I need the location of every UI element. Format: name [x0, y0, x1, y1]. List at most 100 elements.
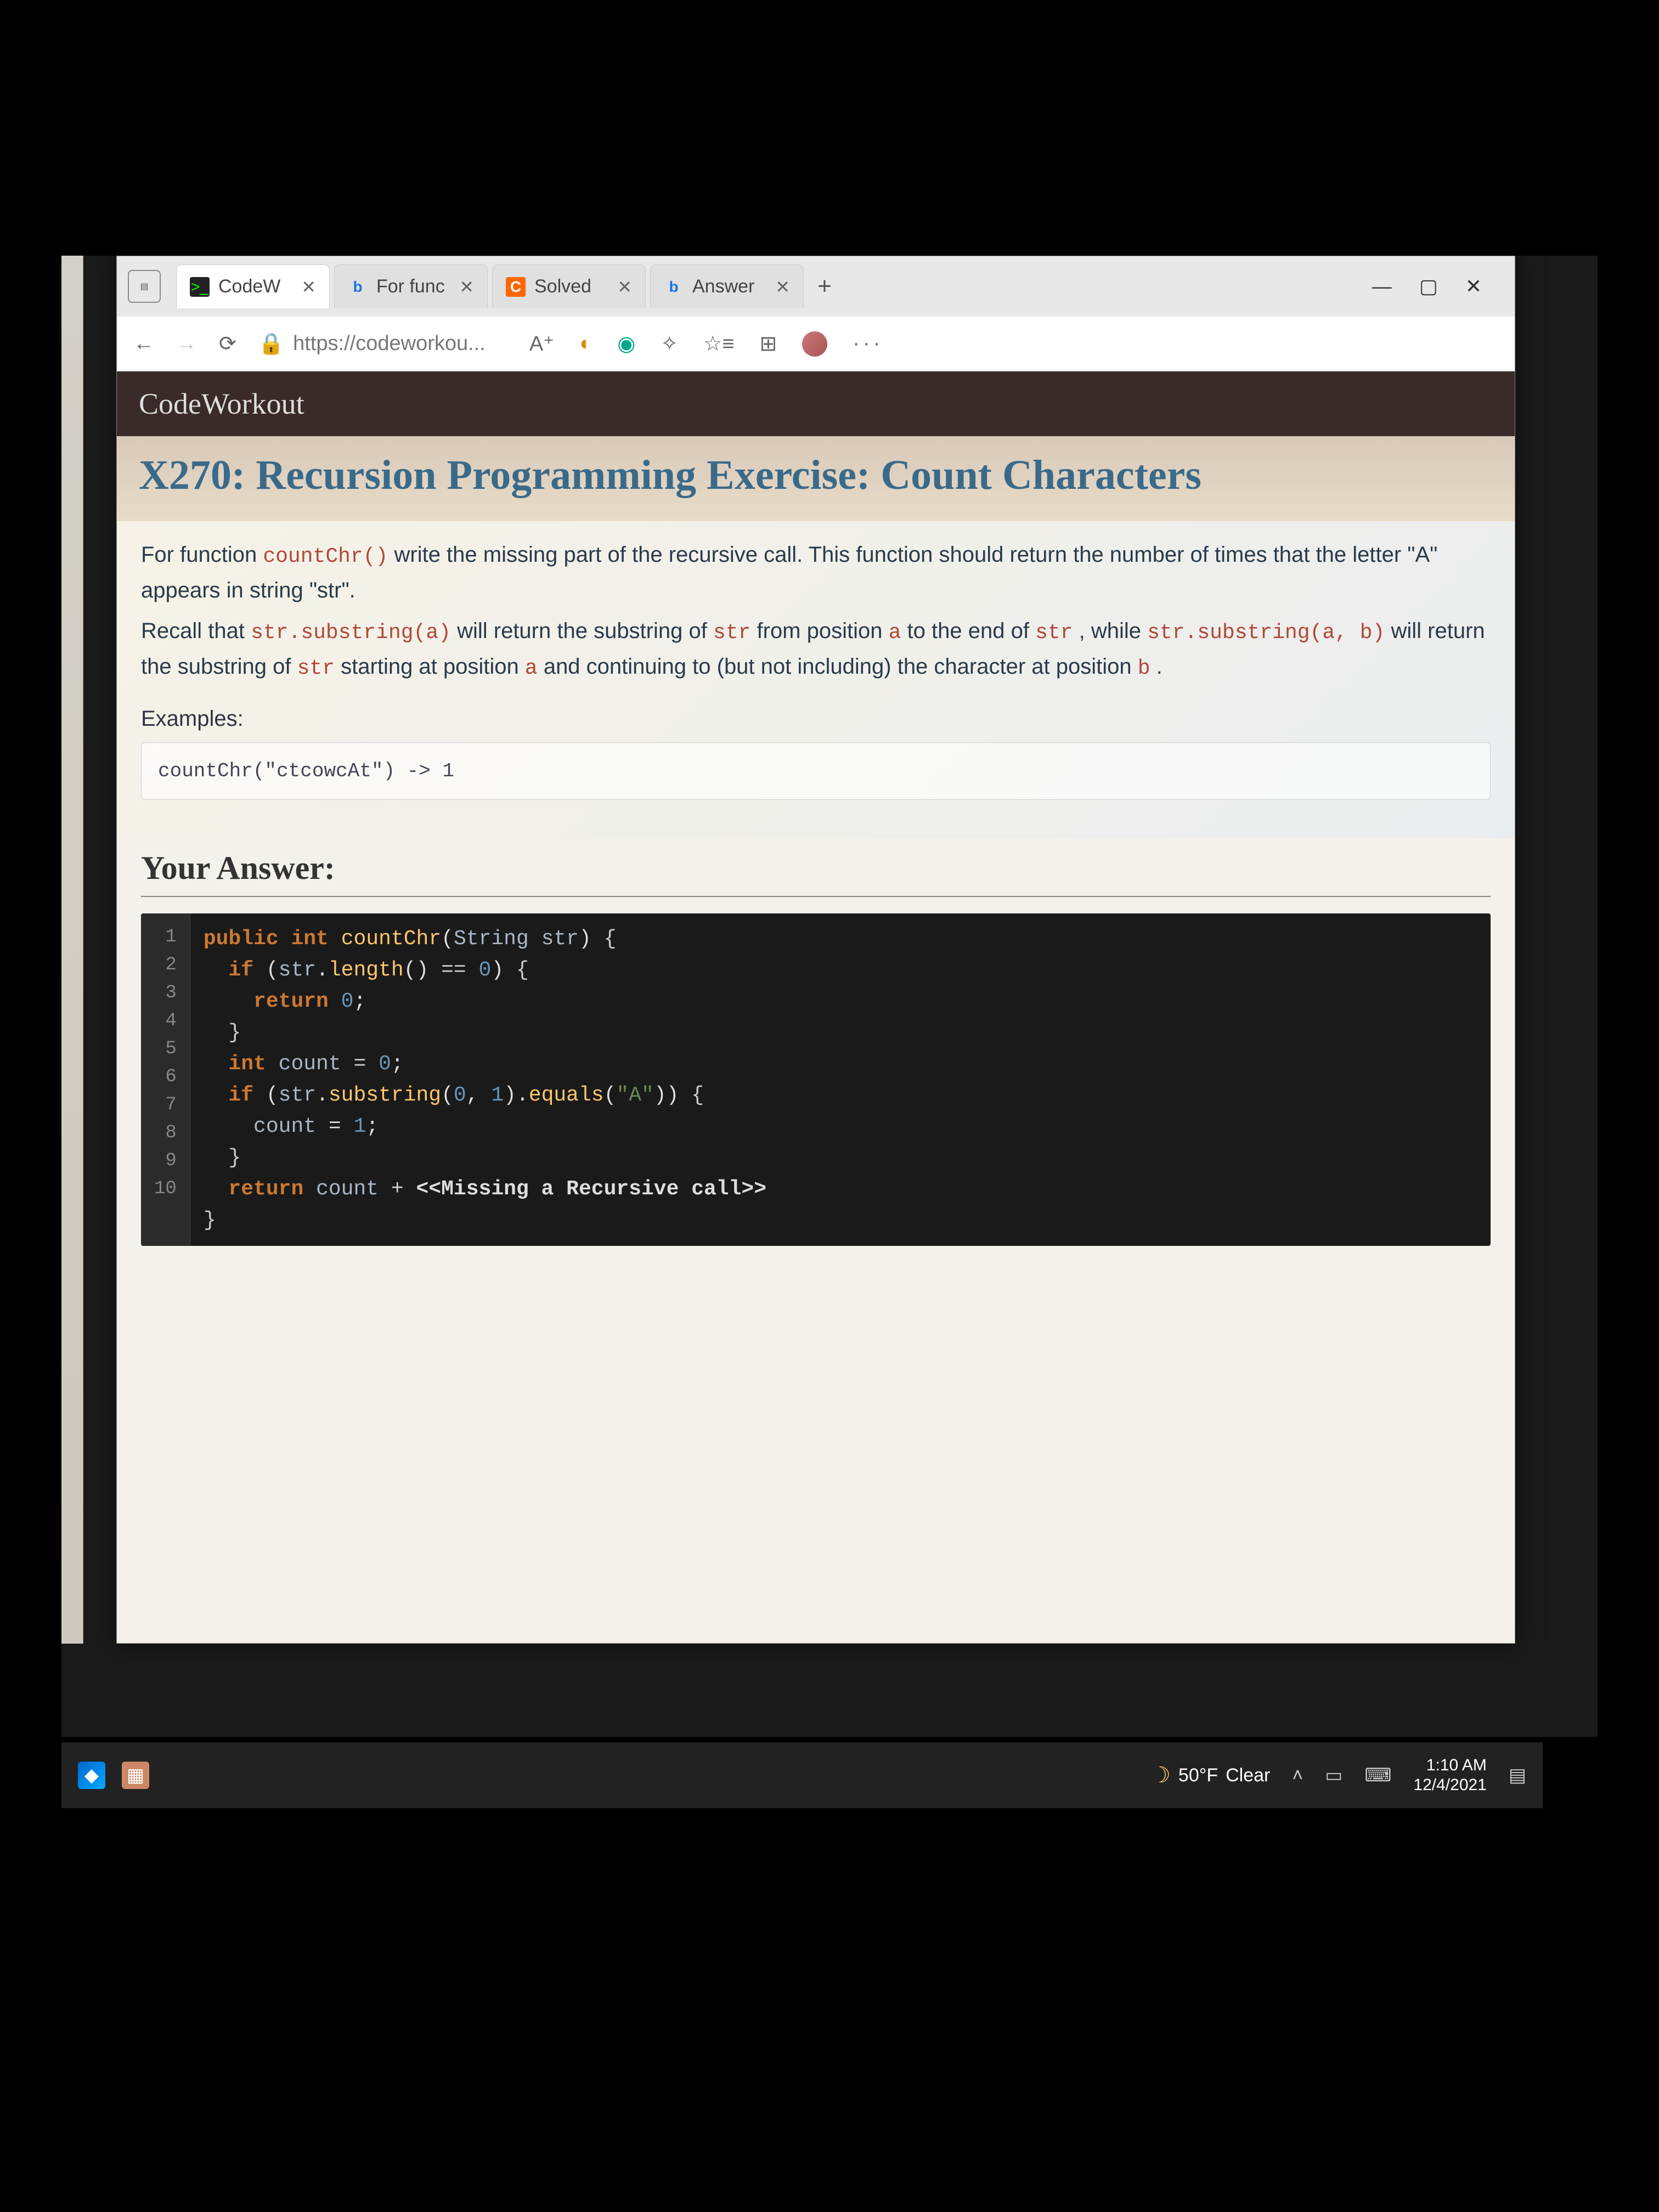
- tab-solved[interactable]: C Solved ✕: [492, 264, 646, 308]
- weather-widget[interactable]: ☽ 50°F Clear: [1151, 1763, 1270, 1788]
- extensions-icon[interactable]: ✧: [661, 331, 678, 356]
- browser-window: ▤ >_ CodeW ✕ b For func ✕ C Solved ✕ b A…: [116, 256, 1515, 1644]
- bartleby-icon: b: [664, 277, 684, 297]
- example-box: countChr("ctcowcAt") -> 1: [141, 742, 1491, 800]
- text: , while: [1073, 619, 1147, 643]
- url-text: https://codeworkou...: [293, 332, 486, 356]
- new-tab-button[interactable]: +: [808, 273, 841, 300]
- code-token: str.substring(a): [251, 621, 451, 645]
- brace: }: [228, 1021, 241, 1045]
- tab-label: CodeW: [218, 276, 280, 297]
- kw: return: [253, 990, 329, 1013]
- line-no: 7: [149, 1091, 182, 1119]
- file-explorer-icon[interactable]: ▦: [122, 1762, 149, 1789]
- back-button[interactable]: ←: [133, 332, 154, 356]
- fn: countChr: [341, 927, 441, 951]
- grammarly-icon[interactable]: ◉: [617, 331, 635, 356]
- kw: int: [291, 927, 328, 951]
- id: count: [316, 1177, 379, 1201]
- code-token: str: [297, 657, 335, 680]
- line-no: 1: [149, 923, 182, 951]
- brace: {: [691, 1084, 704, 1107]
- code-token: str: [1035, 621, 1073, 645]
- brace: {: [604, 927, 617, 951]
- tab-label: Solved: [534, 276, 591, 297]
- line-no: 4: [149, 1007, 182, 1035]
- taskbar: ◆ ▦ ☽ 50°F Clear ˄ ▭ ⌨ 1:10 AM 12/4/2021…: [61, 1742, 1543, 1808]
- close-icon[interactable]: ✕: [301, 276, 316, 297]
- forward-button[interactable]: →: [176, 332, 197, 356]
- close-window-button[interactable]: ✕: [1465, 275, 1482, 298]
- page-title: X270: Recursion Programming Exercise: Co…: [139, 449, 1493, 501]
- example-code: countChr("ctcowcAt") -> 1: [158, 760, 454, 782]
- num: 0: [379, 1052, 391, 1076]
- code-token: a: [525, 657, 538, 680]
- close-icon[interactable]: ✕: [459, 276, 474, 297]
- address-bar[interactable]: 🔒 https://codeworkou...: [258, 332, 486, 356]
- kw: if: [228, 958, 253, 982]
- notifications-icon[interactable]: ▤: [1509, 1764, 1526, 1786]
- chevron-up-icon[interactable]: ˄: [1292, 1765, 1303, 1786]
- tab-codeworkout[interactable]: >_ CodeW ✕: [176, 264, 330, 308]
- tab-bar: ▤ >_ CodeW ✕ b For func ✕ C Solved ✕ b A…: [117, 256, 1515, 317]
- problem-description: For function countChr() write the missin…: [117, 521, 1515, 838]
- text: .: [1150, 654, 1163, 679]
- text: will return the substring of: [451, 619, 713, 643]
- tab-label: Answer: [692, 276, 754, 297]
- line-no: 10: [149, 1175, 182, 1203]
- minimize-button[interactable]: —: [1372, 275, 1392, 298]
- close-icon[interactable]: ✕: [775, 276, 790, 297]
- date: 12/4/2021: [1413, 1775, 1486, 1795]
- tab-actions-icon[interactable]: ▤: [128, 270, 161, 303]
- code-editor[interactable]: 1 2 3 4 5 6 7 8 9 10 public int countChr…: [141, 913, 1491, 1246]
- read-aloud-icon[interactable]: A⁺: [529, 331, 554, 356]
- code-area[interactable]: public int countChr(String str) { if (st…: [190, 913, 780, 1246]
- collections-icon[interactable]: ⊞: [759, 331, 777, 356]
- code-token: a: [889, 621, 901, 645]
- battery-icon[interactable]: ▭: [1325, 1764, 1342, 1786]
- title-band: X270: Recursion Programming Exercise: Co…: [117, 436, 1515, 521]
- favorites-icon[interactable]: ☆≡: [703, 331, 734, 356]
- keyboard-icon[interactable]: ⌨: [1364, 1764, 1391, 1786]
- text: to the end of: [901, 619, 1035, 643]
- line-no: 9: [149, 1147, 182, 1175]
- site-header[interactable]: CodeWorkout: [117, 371, 1515, 436]
- fn: substring: [329, 1084, 441, 1107]
- tab-answer[interactable]: b Answer ✕: [650, 264, 804, 308]
- id: str: [541, 927, 579, 951]
- refresh-button[interactable]: ⟳: [219, 331, 236, 356]
- examples-label: Examples:: [141, 702, 1491, 736]
- page-content: CodeWorkout X270: Recursion Programming …: [117, 371, 1515, 1643]
- line-no: 8: [149, 1119, 182, 1147]
- fn: equals: [529, 1084, 604, 1107]
- id: count: [279, 1052, 341, 1076]
- code-token: b: [1138, 657, 1150, 680]
- close-icon[interactable]: ✕: [617, 276, 632, 297]
- code-token: countChr(): [263, 545, 388, 568]
- lock-icon: 🔒: [258, 332, 284, 356]
- clock[interactable]: 1:10 AM 12/4/2021: [1413, 1756, 1486, 1795]
- kw: public: [204, 927, 279, 951]
- extension-icon[interactable]: ◐: [579, 332, 592, 356]
- profile-avatar[interactable]: [802, 331, 827, 357]
- id: count: [253, 1115, 316, 1138]
- moon-icon: ☽: [1151, 1763, 1171, 1788]
- time: 1:10 AM: [1413, 1756, 1486, 1775]
- fn: length: [329, 958, 404, 982]
- kw: return: [228, 1177, 303, 1201]
- num: 0: [341, 990, 354, 1013]
- tab-for-func[interactable]: b For func ✕: [334, 264, 488, 308]
- ty: String: [454, 927, 529, 951]
- num: 0: [454, 1084, 466, 1107]
- brace: {: [516, 958, 529, 982]
- line-gutter: 1 2 3 4 5 6 7 8 9 10: [141, 913, 190, 1246]
- menu-button[interactable]: ···: [853, 332, 883, 356]
- line-no: 2: [149, 951, 182, 979]
- terminal-icon: >_: [190, 277, 210, 297]
- maximize-button[interactable]: ▢: [1419, 275, 1438, 298]
- code-token: str: [713, 621, 751, 645]
- brace: }: [228, 1146, 241, 1170]
- kw: if: [228, 1084, 253, 1107]
- start-button[interactable]: ◆: [78, 1762, 105, 1789]
- text: from position: [751, 619, 888, 643]
